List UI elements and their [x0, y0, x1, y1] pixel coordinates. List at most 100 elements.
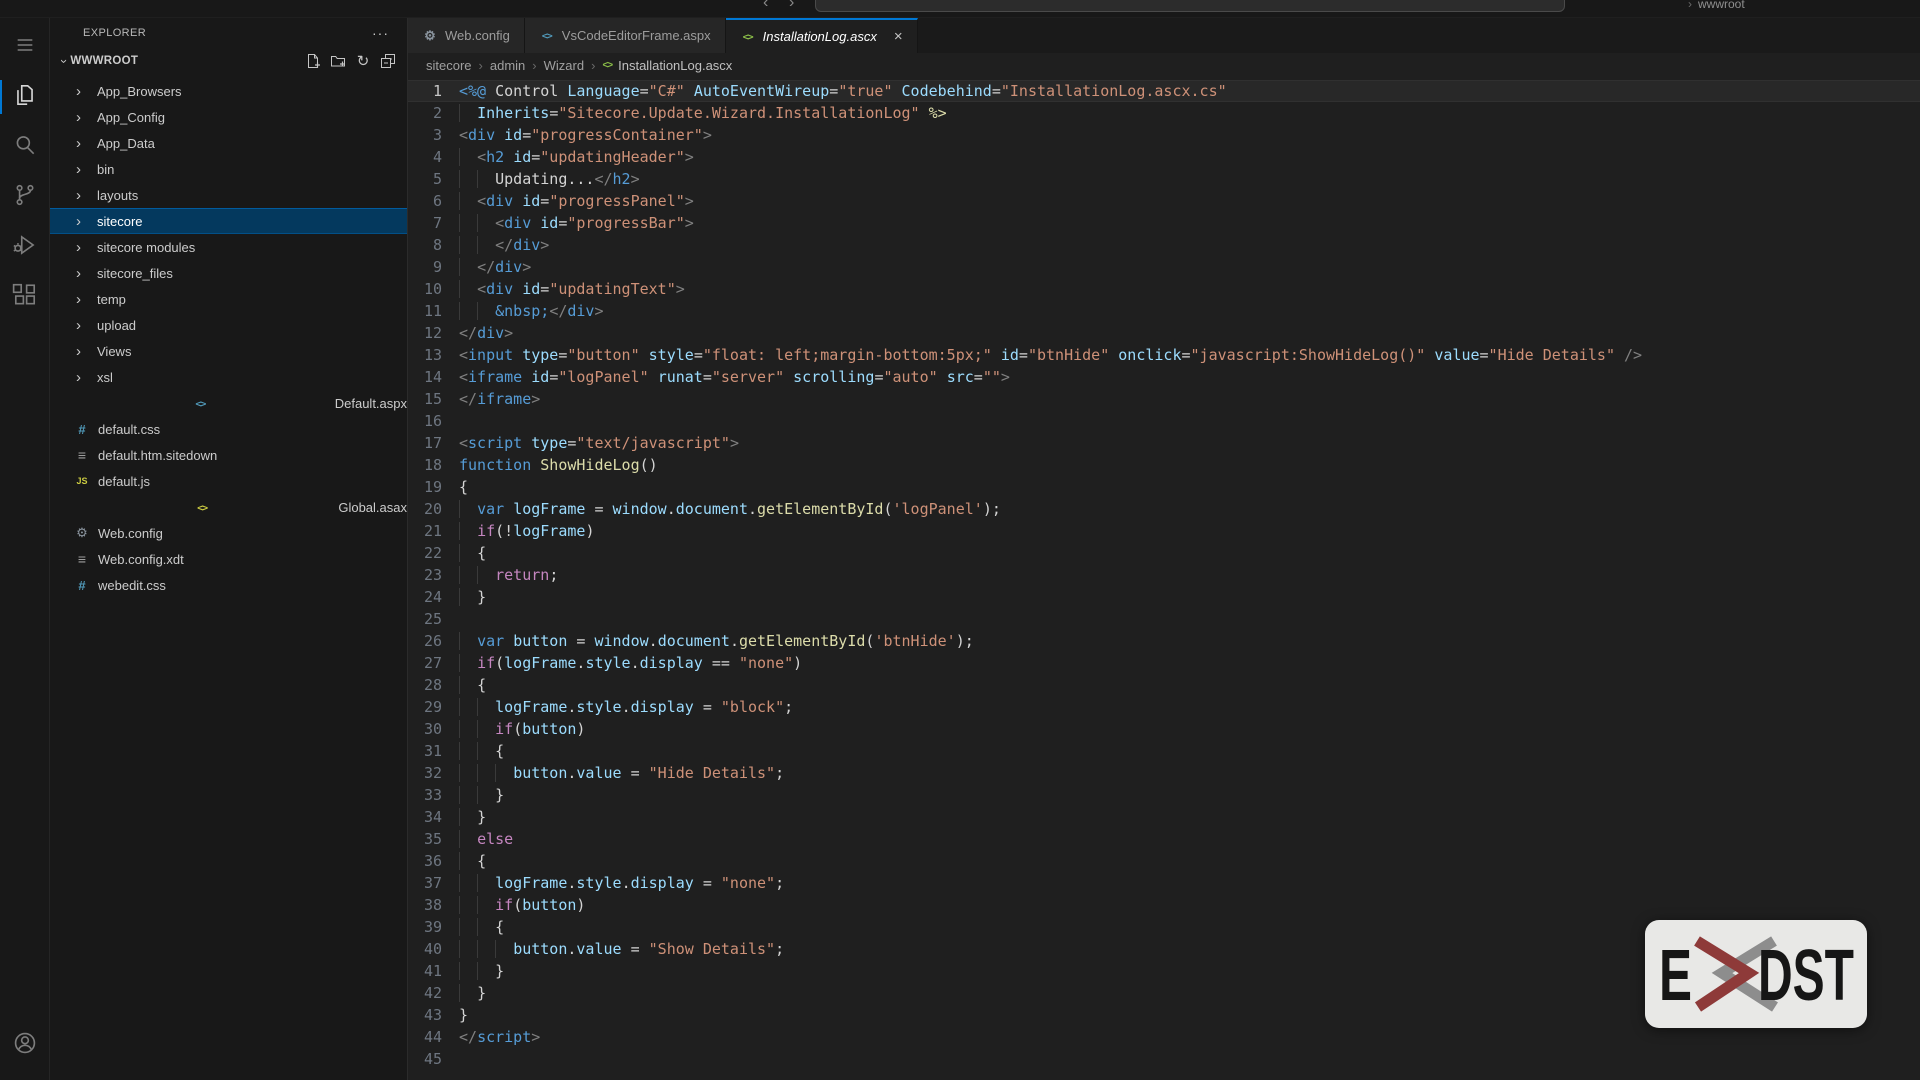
new-folder-icon[interactable] — [329, 52, 347, 70]
tree-folder-app-browsers[interactable]: ›App_Browsers — [50, 78, 407, 104]
code-line-37[interactable]: 37 logFrame.style.display = "none"; — [408, 872, 1920, 894]
activity-extensions-icon[interactable] — [0, 272, 49, 322]
activity-run-debug-icon[interactable] — [0, 222, 49, 272]
tree-folder-xsl[interactable]: ›xsl — [50, 364, 407, 390]
tree-file-webedit-css[interactable]: #webedit.css — [50, 572, 407, 598]
code-line-12[interactable]: 12</div> — [408, 322, 1920, 344]
code-line-22[interactable]: 22 { — [408, 542, 1920, 564]
code-line-6[interactable]: 6 <div id="progressPanel"> — [408, 190, 1920, 212]
code-line-21[interactable]: 21 if(!logFrame) — [408, 520, 1920, 542]
new-file-icon[interactable] — [304, 52, 322, 70]
tree-folder-bin[interactable]: ›bin — [50, 156, 407, 182]
nav-back-icon[interactable]: ‹ — [763, 0, 768, 12]
breadcrumb-segment[interactable]: sitecore — [426, 58, 472, 73]
tree-file-web-config-xdt[interactable]: ≡Web.config.xdt — [50, 546, 407, 572]
tree-file-default-aspx[interactable]: <>Default.aspx — [50, 390, 407, 416]
code-line-18[interactable]: 18function ShowHideLog() — [408, 454, 1920, 476]
code-line-1[interactable]: 1<%@ Control Language="C#" AutoEventWire… — [408, 80, 1920, 102]
tree-folder-views[interactable]: ›Views — [50, 338, 407, 364]
tree-folder-app-config[interactable]: ›App_Config — [50, 104, 407, 130]
tree-folder-app-data[interactable]: ›App_Data — [50, 130, 407, 156]
code-line-45[interactable]: 45 — [408, 1048, 1920, 1070]
code-line-17[interactable]: 17<script type="text/javascript"> — [408, 432, 1920, 454]
code-line-23[interactable]: 23 return; — [408, 564, 1920, 586]
code-line-3[interactable]: 3<div id="progressContainer"> — [408, 124, 1920, 146]
chevron-right-icon: › — [591, 58, 595, 73]
code-line-13[interactable]: 13<input type="button" style="float: lef… — [408, 344, 1920, 366]
close-icon[interactable]: × — [894, 29, 903, 44]
tree-folder-sitecore-modules[interactable]: ›sitecore modules — [50, 234, 407, 260]
tree-file-default-htm-sitedown[interactable]: ≡default.htm.sitedown — [50, 442, 407, 468]
workspace-root-row[interactable]: › WWWROOT ↻ — [50, 48, 407, 74]
indent-guide — [459, 896, 495, 914]
indent-guide — [459, 522, 477, 540]
breadcrumb-segment[interactable]: Wizard — [544, 58, 584, 73]
code-line-38[interactable]: 38 if(button) — [408, 894, 1920, 916]
code-line-33[interactable]: 33 } — [408, 784, 1920, 806]
tab-web-config[interactable]: ⚙Web.config — [408, 18, 525, 53]
tree-folder-sitecore-files[interactable]: ›sitecore_files — [50, 260, 407, 286]
tree-folder-sitecore[interactable]: ›sitecore — [50, 208, 407, 234]
code-line-27[interactable]: 27 if(logFrame.style.display == "none") — [408, 652, 1920, 674]
code-line-4[interactable]: 4 <h2 id="updatingHeader"> — [408, 146, 1920, 168]
indent-guide — [459, 588, 477, 606]
line-number: 28 — [408, 674, 442, 696]
code-line-8[interactable]: 8 </div> — [408, 234, 1920, 256]
line-content: <div id="updatingText"> — [459, 278, 685, 300]
collapse-all-icon[interactable] — [379, 52, 397, 70]
code-line-35[interactable]: 35 else — [408, 828, 1920, 850]
tree-file-default-js[interactable]: JSdefault.js — [50, 468, 407, 494]
code-line-25[interactable]: 25 — [408, 608, 1920, 630]
code-line-26[interactable]: 26 var button = window.document.getEleme… — [408, 630, 1920, 652]
activity-menu-icon[interactable] — [0, 22, 49, 72]
indent-guide — [459, 192, 477, 210]
nav-forward-icon[interactable]: › — [789, 0, 794, 12]
code-line-29[interactable]: 29 logFrame.style.display = "block"; — [408, 696, 1920, 718]
code-line-9[interactable]: 9 </div> — [408, 256, 1920, 278]
code-line-2[interactable]: 2 Inherits="Sitecore.Update.Wizard.Insta… — [408, 102, 1920, 124]
code-line-30[interactable]: 30 if(button) — [408, 718, 1920, 740]
code-line-44[interactable]: 44</script> — [408, 1026, 1920, 1048]
activity-source-control-icon[interactable] — [0, 172, 49, 222]
command-center-searchbox[interactable] — [815, 0, 1565, 12]
tab-vscodeeditorframe-aspx[interactable]: <>VsCodeEditorFrame.aspx — [525, 18, 726, 53]
activity-account-icon[interactable] — [0, 1020, 49, 1070]
line-content: </script> — [459, 1026, 540, 1048]
tree-folder-upload[interactable]: ›upload — [50, 312, 407, 338]
breadcrumb-file[interactable]: InstallationLog.ascx — [618, 58, 732, 73]
code-line-10[interactable]: 10 <div id="updatingText"> — [408, 278, 1920, 300]
line-content: </div> — [459, 234, 549, 256]
tree-file-web-config[interactable]: ⚙Web.config — [50, 520, 407, 546]
hash-file-icon: # — [74, 422, 90, 437]
line-number: 25 — [408, 608, 442, 630]
activity-files-icon[interactable] — [0, 72, 49, 122]
activity-search-icon[interactable] — [0, 122, 49, 172]
breadcrumb-segment[interactable]: admin — [490, 58, 525, 73]
code-line-20[interactable]: 20 var logFrame = window.document.getEle… — [408, 498, 1920, 520]
tree-folder-layouts[interactable]: ›layouts — [50, 182, 407, 208]
code-line-36[interactable]: 36 { — [408, 850, 1920, 872]
line-number: 43 — [408, 1004, 442, 1026]
code-line-14[interactable]: 14<iframe id="logPanel" runat="server" s… — [408, 366, 1920, 388]
code-line-34[interactable]: 34 } — [408, 806, 1920, 828]
more-actions-icon[interactable]: ··· — [372, 25, 389, 41]
tree-folder-temp[interactable]: ›temp — [50, 286, 407, 312]
tab-installationlog-ascx[interactable]: <>InstallationLog.ascx× — [726, 18, 918, 53]
code-line-32[interactable]: 32 button.value = "Hide Details"; — [408, 762, 1920, 784]
refresh-icon[interactable]: ↻ — [354, 52, 372, 70]
code-line-11[interactable]: 11 &nbsp;</div> — [408, 300, 1920, 322]
code-line-24[interactable]: 24 } — [408, 586, 1920, 608]
code-line-15[interactable]: 15</iframe> — [408, 388, 1920, 410]
tree-file-global-asax[interactable]: <>Global.asax — [50, 494, 407, 520]
file-tree: ›App_Browsers›App_Config›App_Data›bin›la… — [50, 74, 407, 598]
tree-item-label: default.js — [98, 474, 150, 489]
line-content: else — [459, 828, 513, 850]
code-line-31[interactable]: 31 { — [408, 740, 1920, 762]
tree-file-default-css[interactable]: #default.css — [50, 416, 407, 442]
code-line-7[interactable]: 7 <div id="progressBar"> — [408, 212, 1920, 234]
code-line-16[interactable]: 16 — [408, 410, 1920, 432]
code-line-5[interactable]: 5 Updating...</h2> — [408, 168, 1920, 190]
tree-item-label: upload — [97, 318, 136, 333]
code-line-19[interactable]: 19{ — [408, 476, 1920, 498]
code-line-28[interactable]: 28 { — [408, 674, 1920, 696]
